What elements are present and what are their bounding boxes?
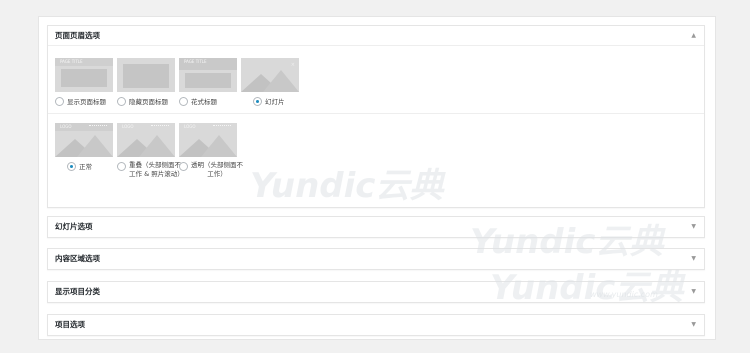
fancy-title-thumbnail[interactable]: PAGE TITLE — [179, 58, 237, 92]
option-label: 花式标题 — [191, 98, 217, 106]
project-options-header[interactable]: 项目选项 ▼ — [48, 315, 704, 334]
transparent-layout-thumbnail[interactable]: LOGO — [179, 123, 237, 157]
hide-title-thumbnail[interactable] — [117, 58, 175, 92]
expand-arrow-icon[interactable]: ▼ — [691, 315, 696, 334]
expand-arrow-icon[interactable]: ▼ — [691, 282, 696, 301]
title-option-slider[interactable]: × 幻灯片 — [241, 58, 301, 106]
normal-layout-thumbnail[interactable]: LOGO — [55, 123, 113, 157]
section-title: 项目选项 — [55, 320, 85, 329]
expand-arrow-icon[interactable]: ▼ — [691, 249, 696, 268]
project-categories-box[interactable]: 显示项目分类 ▼ — [47, 281, 705, 303]
page-header-options-header[interactable]: 页面页眉选项 ▲ — [48, 26, 704, 46]
radio-normal-layout[interactable] — [67, 161, 76, 171]
project-categories-header[interactable]: 显示项目分类 ▼ — [48, 282, 704, 301]
layout-option-overlap[interactable]: LOGO 重叠（头部侧面不工作 & 照片滚动） — [117, 123, 184, 179]
section-title: 幻灯片选项 — [55, 222, 93, 231]
radio-overlap-layout[interactable] — [117, 162, 126, 171]
option-label: 透明（头部侧面不工作） — [191, 161, 243, 178]
collapse-arrow-icon[interactable]: ▲ — [691, 26, 696, 45]
radio-show-title[interactable] — [55, 96, 64, 106]
content-area-options-box[interactable]: 内容区域选项 ▼ — [47, 248, 705, 270]
slider-options-box[interactable]: 幻灯片选项 ▼ — [47, 216, 705, 238]
option-label: 幻灯片 — [265, 98, 285, 106]
option-label: 重叠（头部侧面不工作 & 照片滚动） — [129, 161, 184, 178]
radio-transparent-layout[interactable] — [179, 162, 188, 171]
radio-slider[interactable] — [253, 96, 262, 106]
layout-option-normal[interactable]: LOGO 正常 — [55, 123, 115, 171]
show-title-thumbnail[interactable]: PAGE TITLE — [55, 58, 113, 92]
option-label: 隐藏页面标题 — [129, 98, 168, 106]
content-area-options-header[interactable]: 内容区域选项 ▼ — [48, 249, 704, 268]
overlap-layout-thumbnail[interactable]: LOGO — [117, 123, 175, 157]
title-option-show[interactable]: PAGE TITLE 显示页面标题 — [55, 58, 115, 106]
section-title: 页面页眉选项 — [55, 31, 100, 40]
project-options-box[interactable]: 项目选项 ▼ — [47, 314, 705, 336]
layout-option-transparent[interactable]: LOGO 透明（头部侧面不工作） — [179, 123, 243, 179]
option-label: 正常 — [79, 163, 92, 171]
page-header-options-box: 页面页眉选项 ▲ PAGE TITLE 显示页面标题 隐藏页面标题 PAGE T… — [47, 25, 705, 208]
title-option-fancy[interactable]: PAGE TITLE 花式标题 — [179, 58, 239, 106]
slider-thumbnail[interactable]: × — [241, 58, 299, 92]
option-label: 显示页面标题 — [67, 98, 106, 106]
section-title: 显示项目分类 — [55, 287, 100, 296]
slider-options-header[interactable]: 幻灯片选项 ▼ — [48, 217, 704, 236]
section-title: 内容区域选项 — [55, 254, 100, 263]
radio-hide-title[interactable] — [117, 96, 126, 106]
title-option-hide[interactable]: 隐藏页面标题 — [117, 58, 177, 106]
radio-fancy-title[interactable] — [179, 96, 188, 106]
options-panel: 页面页眉选项 ▲ PAGE TITLE 显示页面标题 隐藏页面标题 PAGE T… — [38, 16, 716, 340]
expand-arrow-icon[interactable]: ▼ — [691, 217, 696, 236]
